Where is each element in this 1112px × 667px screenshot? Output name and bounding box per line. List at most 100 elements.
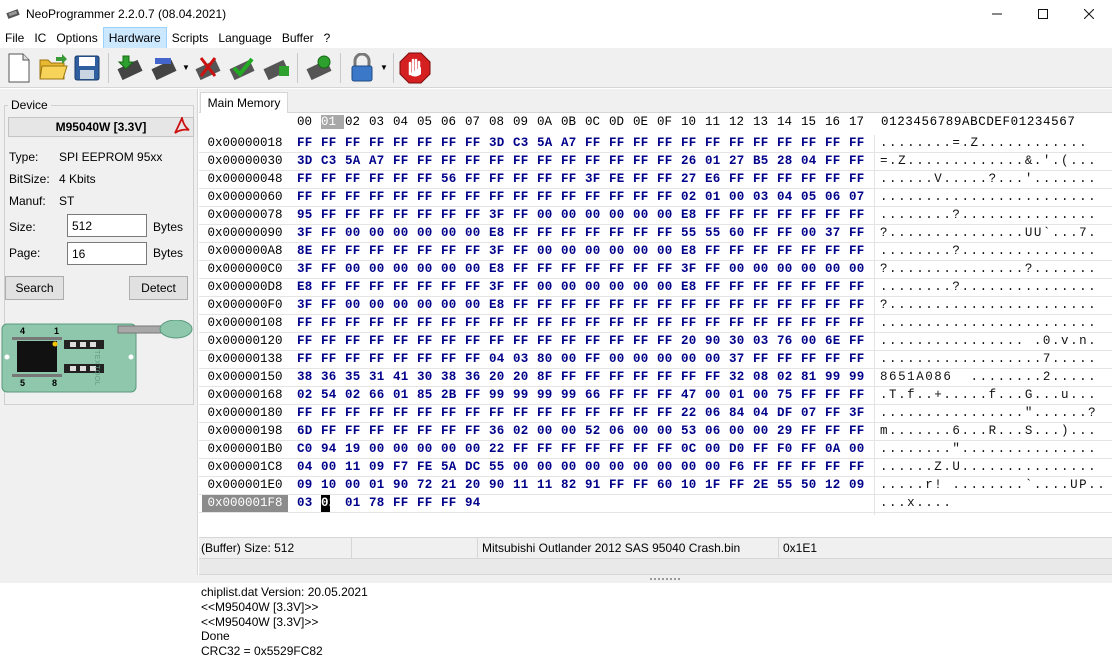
hex-byte[interactable]: FF (393, 171, 416, 188)
hex-byte[interactable]: FF (393, 279, 416, 296)
hex-byte[interactable]: FF (465, 279, 488, 296)
hex-byte[interactable]: 00 (849, 441, 872, 458)
menu-scripts[interactable]: Scripts (167, 28, 214, 48)
write-button[interactable] (147, 51, 181, 85)
hex-byte[interactable]: FF (417, 135, 440, 152)
hex-byte[interactable]: FF (657, 369, 680, 386)
hex-byte[interactable]: 99 (489, 387, 512, 404)
hex-byte[interactable]: FF (297, 351, 320, 368)
hex-byte[interactable]: 00 (561, 459, 584, 476)
hex-byte[interactable]: 00 (801, 225, 824, 242)
hex-byte[interactable]: 3F (297, 297, 320, 314)
hex-byte[interactable]: FF (321, 225, 344, 242)
hex-byte[interactable]: FF (849, 153, 872, 170)
hex-byte[interactable]: FF (777, 225, 800, 242)
page-field[interactable] (67, 242, 147, 265)
hex-byte[interactable]: 21 (441, 477, 464, 494)
hex-byte[interactable]: 32 (729, 369, 752, 386)
hex-byte[interactable]: 00 (585, 243, 608, 260)
hex-byte[interactable]: FF (345, 279, 368, 296)
hex-byte[interactable]: FF (441, 279, 464, 296)
hex-byte[interactable]: FF (609, 405, 632, 422)
hex-byte[interactable]: FF (321, 261, 344, 278)
hex-byte[interactable]: FF (753, 225, 776, 242)
hex-byte[interactable]: 27 (681, 171, 704, 188)
hex-byte[interactable]: FF (777, 459, 800, 476)
hex-row[interactable]: 0x00000048 FF FF FF FF FF FF 56 FF FF FF FF FF 3F FE FF… (199, 171, 1112, 189)
hex-byte[interactable]: F6 (729, 459, 752, 476)
hex-byte[interactable]: FF (849, 297, 872, 314)
hex-byte[interactable]: 50 (801, 477, 824, 494)
hex-byte[interactable]: FF (609, 477, 632, 494)
hex-byte[interactable]: FF (657, 387, 680, 404)
hex-byte[interactable]: FF (321, 171, 344, 188)
hex-byte[interactable]: FF (513, 171, 536, 188)
hex-byte[interactable]: FF (609, 225, 632, 242)
hex-byte[interactable]: FF (393, 207, 416, 224)
hex-byte[interactable]: 3F (297, 261, 320, 278)
hex-byte[interactable]: FF (513, 315, 536, 332)
hex-byte[interactable]: E8 (489, 261, 512, 278)
hex-byte[interactable]: 00 (417, 441, 440, 458)
hex-byte[interactable]: FF (753, 279, 776, 296)
hex-byte[interactable]: 00 (729, 189, 752, 206)
hex-byte[interactable]: FF (537, 171, 560, 188)
menu-help[interactable]: ? (319, 28, 336, 48)
menu-options[interactable]: Options (51, 28, 102, 48)
hex-byte[interactable]: FF (417, 351, 440, 368)
hex-byte[interactable]: FF (369, 351, 392, 368)
hex-byte[interactable]: 00 (537, 279, 560, 296)
hex-byte[interactable]: FF (825, 459, 848, 476)
hex-byte[interactable]: 01 (705, 153, 728, 170)
hex-byte[interactable]: FF (513, 297, 536, 314)
socket-lever[interactable] (160, 320, 192, 338)
hex-byte[interactable]: 10 (681, 477, 704, 494)
hex-byte[interactable]: FF (849, 171, 872, 188)
hex-byte[interactable]: FF (345, 135, 368, 152)
hex-byte[interactable]: FF (801, 441, 824, 458)
hex-byte[interactable]: FF (705, 135, 728, 152)
hex-byte[interactable]: 08 (753, 369, 776, 386)
hex-byte[interactable]: 00 (681, 459, 704, 476)
hex-byte[interactable]: 00 (681, 351, 704, 368)
hex-byte[interactable]: E8 (681, 279, 704, 296)
hex-byte[interactable]: 00 (465, 441, 488, 458)
hex-byte[interactable]: 30 (417, 369, 440, 386)
hex-byte[interactable]: 00 (657, 279, 680, 296)
hex-byte[interactable]: 78 (369, 495, 392, 512)
hex-byte[interactable]: FF (537, 441, 560, 458)
hex-byte[interactable]: FF (441, 405, 464, 422)
hex-byte[interactable]: FF (489, 405, 512, 422)
hex-byte[interactable]: FF (345, 189, 368, 206)
hex-byte[interactable]: 00 (657, 243, 680, 260)
hex-byte[interactable]: 00 (393, 261, 416, 278)
hex-byte[interactable]: FF (753, 207, 776, 224)
hex-byte[interactable]: FF (705, 261, 728, 278)
hex-byte[interactable]: FF (657, 153, 680, 170)
hex-byte[interactable]: 03 (297, 495, 320, 512)
hex-byte[interactable]: 11 (537, 477, 560, 494)
hex-byte[interactable]: FF (417, 333, 440, 350)
hex-byte[interactable]: FF (657, 297, 680, 314)
chip-name[interactable]: M95040W [3.3V] (8, 117, 194, 137)
hex-byte[interactable]: FF (369, 171, 392, 188)
hex-byte[interactable]: FF (369, 333, 392, 350)
menu-buffer[interactable]: Buffer (277, 28, 319, 48)
hex-byte[interactable]: FF (609, 153, 632, 170)
hex-byte[interactable]: FF (321, 207, 344, 224)
hex-byte[interactable]: FF (729, 279, 752, 296)
hex-byte[interactable]: FF (753, 171, 776, 188)
hex-byte[interactable]: FF (537, 153, 560, 170)
hex-byte[interactable]: FF (321, 135, 344, 152)
hex-byte[interactable]: FF (441, 243, 464, 260)
hex-byte[interactable]: 09 (849, 477, 872, 494)
hex-byte[interactable]: 04 (297, 459, 320, 476)
hex-byte[interactable]: FF (393, 153, 416, 170)
hex-byte[interactable]: FF (849, 423, 872, 440)
hex-byte[interactable]: FF (465, 243, 488, 260)
hex-byte[interactable]: FF (561, 153, 584, 170)
hex-byte[interactable]: FF (345, 171, 368, 188)
hex-row[interactable]: 0x00000180 FF FF FF FF FF FF FF FF FF FF FF FF FF FF FF… (199, 405, 1112, 423)
hex-byte[interactable]: 00 (345, 261, 368, 278)
save-button[interactable] (70, 51, 104, 85)
